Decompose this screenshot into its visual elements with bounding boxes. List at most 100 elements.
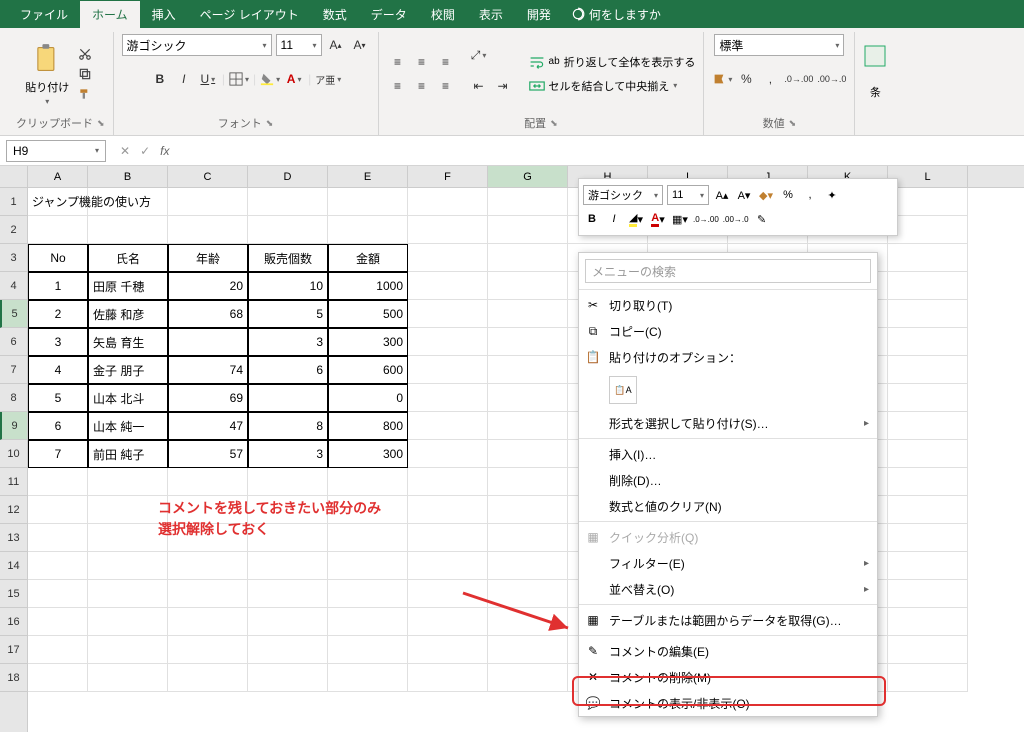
cell-B1[interactable] [88, 188, 168, 216]
cell-L6[interactable] [888, 328, 968, 356]
cell-D10[interactable]: 3 [248, 440, 328, 468]
cell-C3[interactable]: 年齢 [168, 244, 248, 272]
cell-D14[interactable] [248, 552, 328, 580]
tab-pagelayout[interactable]: ページ レイアウト [188, 1, 311, 28]
cell-G5[interactable] [488, 300, 568, 328]
cell-C15[interactable] [168, 580, 248, 608]
mini-inc-decimal-icon[interactable]: .0→.00 [693, 209, 719, 229]
align-top-icon[interactable]: ≡ [387, 51, 409, 73]
mini-accounting-icon[interactable]: ◆▾ [757, 185, 775, 205]
ctx-delete-comment[interactable]: ✕コメントの削除(M) [579, 664, 877, 690]
cell-G8[interactable] [488, 384, 568, 412]
cell-C10[interactable]: 57 [168, 440, 248, 468]
row-header-1[interactable]: 1 [0, 188, 27, 216]
cell-G17[interactable] [488, 636, 568, 664]
cell-G1[interactable] [488, 188, 568, 216]
cell-A11[interactable] [28, 468, 88, 496]
row-header-7[interactable]: 7 [0, 356, 27, 384]
cell-F6[interactable] [408, 328, 488, 356]
row-header-8[interactable]: 8 [0, 384, 27, 412]
cell-F2[interactable] [408, 216, 488, 244]
cell-E6[interactable]: 300 [328, 328, 408, 356]
mini-increase-font-icon[interactable]: A▴ [713, 185, 731, 205]
row-header-4[interactable]: 4 [0, 272, 27, 300]
font-name-select[interactable]: 游ゴシック▾ [122, 34, 272, 56]
cell-E18[interactable] [328, 664, 408, 692]
cell-C8[interactable]: 69 [168, 384, 248, 412]
enter-formula-icon[interactable]: ✓ [140, 144, 150, 158]
row-header-3[interactable]: 3 [0, 244, 27, 272]
cell-D9[interactable]: 8 [248, 412, 328, 440]
col-header-F[interactable]: F [408, 166, 488, 187]
conditional-formatting-icon[interactable] [863, 34, 887, 78]
cell-B7[interactable]: 金子 朋子 [88, 356, 168, 384]
cell-D18[interactable] [248, 664, 328, 692]
tab-view[interactable]: 表示 [467, 1, 515, 28]
mini-bold-button[interactable]: B [583, 209, 601, 229]
font-color-button[interactable]: A▾ [284, 68, 304, 90]
cell-E17[interactable] [328, 636, 408, 664]
cell-E7[interactable]: 600 [328, 356, 408, 384]
format-painter[interactable] [75, 85, 95, 103]
row-header-2[interactable]: 2 [0, 216, 27, 244]
cell-L4[interactable] [888, 272, 968, 300]
accounting-format-button[interactable]: ▾ [712, 68, 732, 90]
cell-E2[interactable] [328, 216, 408, 244]
tab-data[interactable]: データ [359, 1, 419, 28]
font-size-select[interactable]: 11▾ [276, 34, 322, 56]
col-header-D[interactable]: D [248, 166, 328, 187]
ctx-copy[interactable]: ⧉コピー(C) [579, 318, 877, 344]
number-format-select[interactable]: 標準▾ [714, 34, 844, 56]
cell-G6[interactable] [488, 328, 568, 356]
cell-A14[interactable] [28, 552, 88, 580]
cell-D11[interactable] [248, 468, 328, 496]
row-header-10[interactable]: 10 [0, 440, 27, 468]
cell-A18[interactable] [28, 664, 88, 692]
increase-font-icon[interactable]: A▴ [326, 34, 346, 56]
row-header-6[interactable]: 6 [0, 328, 27, 356]
cell-A15[interactable] [28, 580, 88, 608]
cell-A8[interactable]: 5 [28, 384, 88, 412]
cell-B9[interactable]: 山本 純一 [88, 412, 168, 440]
align-right-icon[interactable]: ≡ [435, 75, 457, 97]
cell-G7[interactable] [488, 356, 568, 384]
cell-E4[interactable]: 1000 [328, 272, 408, 300]
row-header-13[interactable]: 13 [0, 524, 27, 552]
col-header-E[interactable]: E [328, 166, 408, 187]
ctx-delete[interactable]: 削除(D)… [579, 467, 877, 493]
cell-D6[interactable]: 3 [248, 328, 328, 356]
cell-A4[interactable]: 1 [28, 272, 88, 300]
cell-F9[interactable] [408, 412, 488, 440]
cell-G11[interactable] [488, 468, 568, 496]
cell-F10[interactable] [408, 440, 488, 468]
cell-F1[interactable] [408, 188, 488, 216]
cell-D17[interactable] [248, 636, 328, 664]
cell-G13[interactable] [488, 524, 568, 552]
row-header-15[interactable]: 15 [0, 580, 27, 608]
cell-C1[interactable] [168, 188, 248, 216]
cell-B6[interactable]: 矢島 育生 [88, 328, 168, 356]
cell-D15[interactable] [248, 580, 328, 608]
cell-L17[interactable] [888, 636, 968, 664]
cell-E15[interactable] [328, 580, 408, 608]
cell-F14[interactable] [408, 552, 488, 580]
cell-C5[interactable]: 68 [168, 300, 248, 328]
ctx-clear[interactable]: 数式と値のクリア(N) [579, 493, 877, 519]
menu-search-input[interactable]: メニューの検索 [585, 259, 871, 283]
tab-review[interactable]: 校閲 [419, 1, 467, 28]
mini-italic-button[interactable]: I [605, 209, 623, 229]
cell-B5[interactable]: 佐藤 和彦 [88, 300, 168, 328]
cell-B11[interactable] [88, 468, 168, 496]
cell-E3[interactable]: 金額 [328, 244, 408, 272]
orientation-button[interactable]: ⤢▾ [469, 45, 489, 67]
cell-D5[interactable]: 5 [248, 300, 328, 328]
cell-F8[interactable] [408, 384, 488, 412]
cell-A17[interactable] [28, 636, 88, 664]
mini-dec-decimal-icon[interactable]: .00→.0 [723, 209, 749, 229]
cell-C17[interactable] [168, 636, 248, 664]
mini-comma-icon[interactable]: , [801, 185, 819, 205]
cell-C2[interactable] [168, 216, 248, 244]
cell-L3[interactable] [888, 244, 968, 272]
cell-A1[interactable]: ジャンプ機能の使い方 [28, 188, 88, 216]
cell-L15[interactable] [888, 580, 968, 608]
